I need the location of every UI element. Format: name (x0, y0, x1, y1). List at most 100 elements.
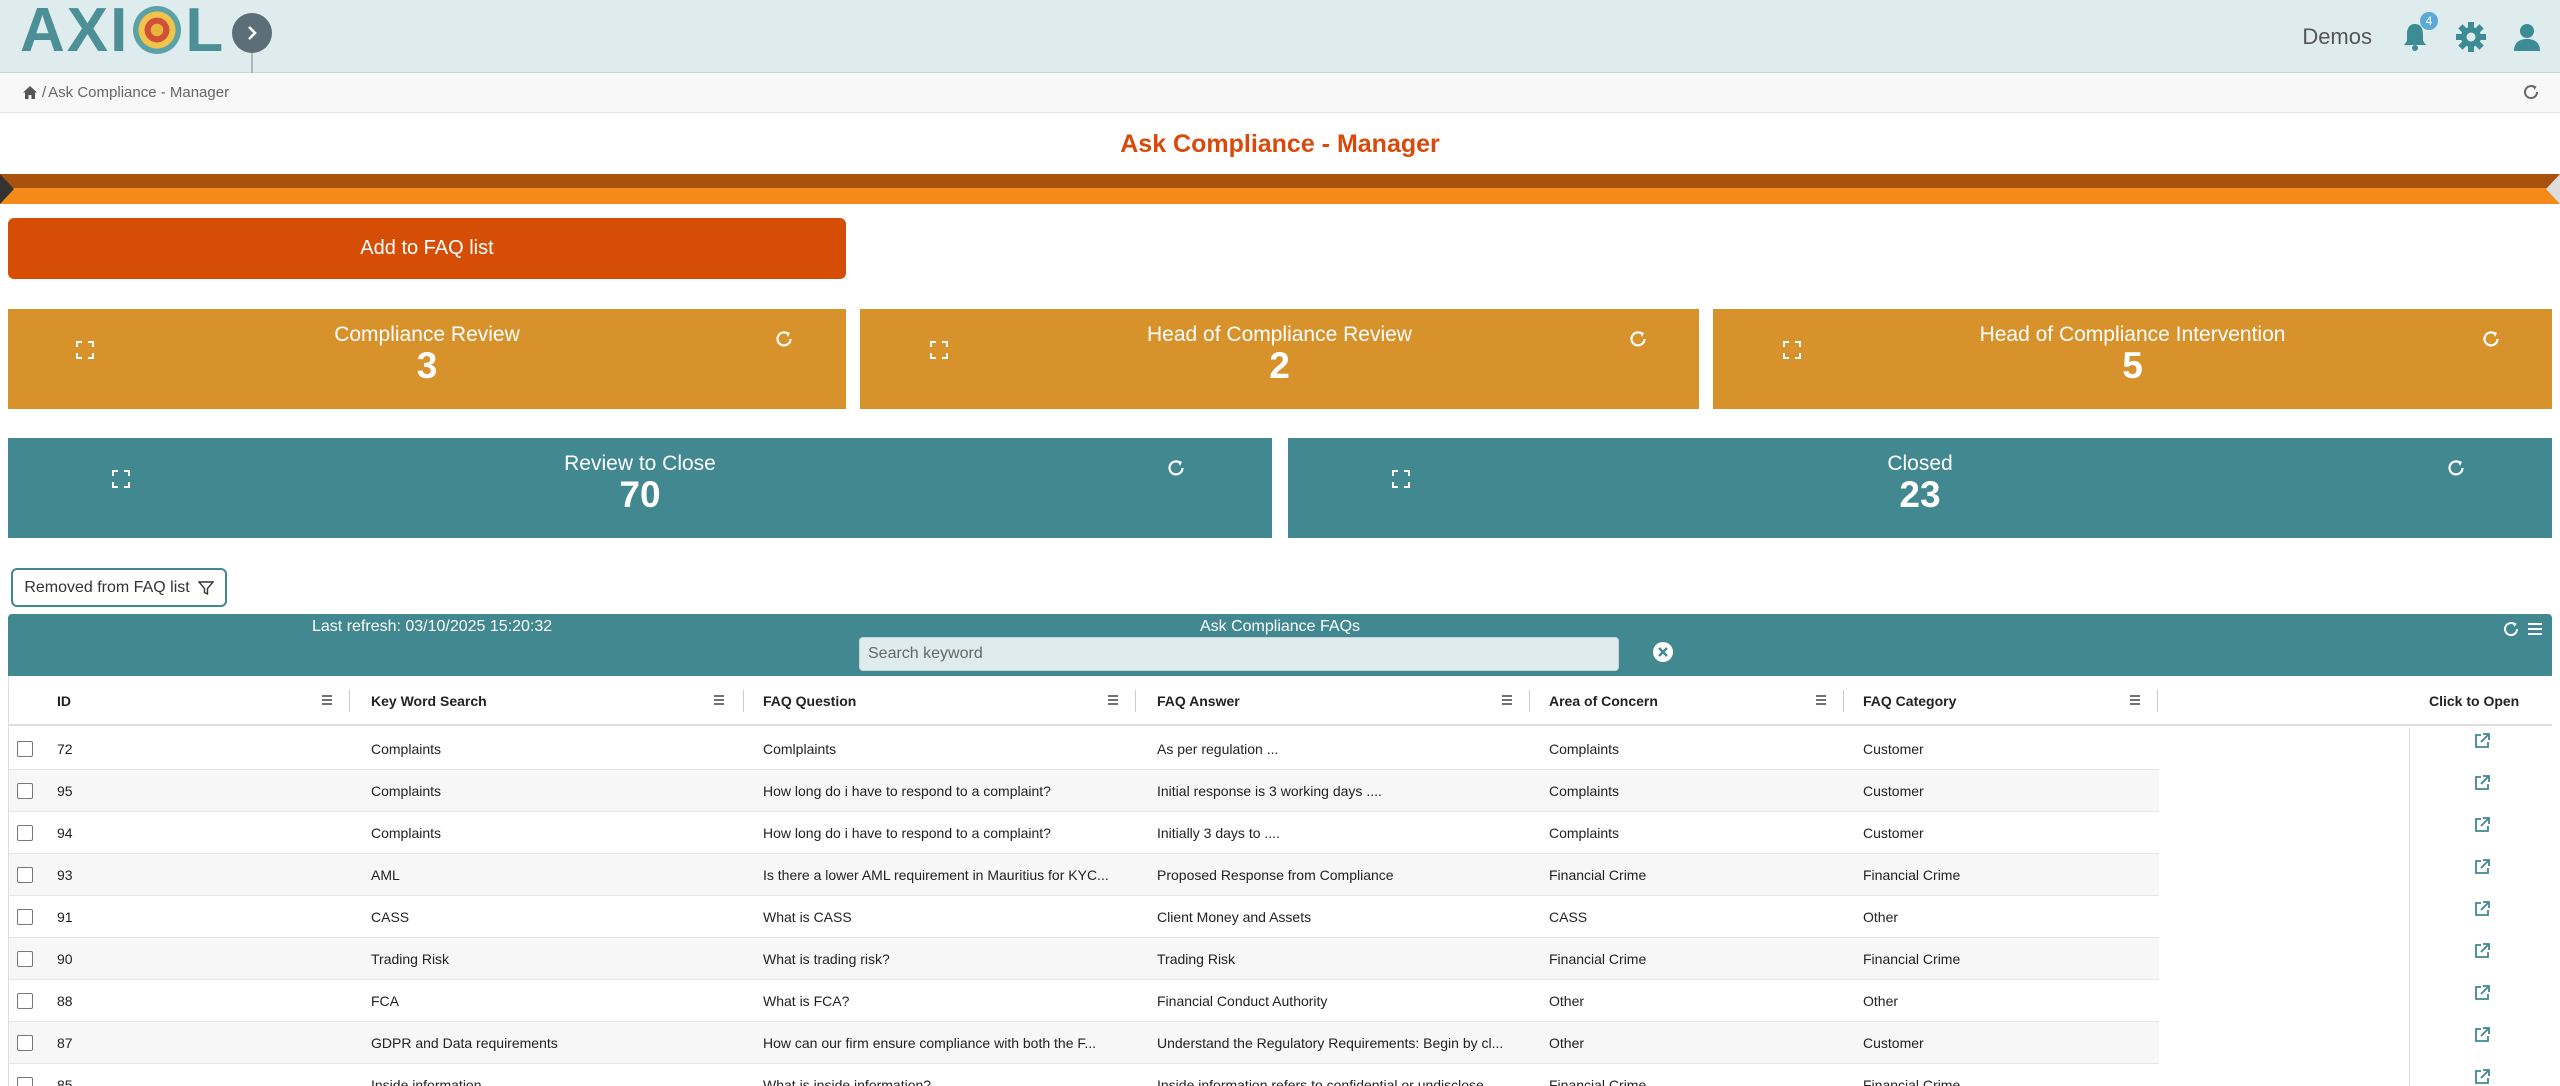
column-header-area[interactable]: Area of Concern (1549, 676, 1658, 726)
bell-icon[interactable]: 4 (2398, 11, 2438, 54)
cell-keyword: Complaints (371, 825, 442, 841)
row-checkbox[interactable] (17, 825, 33, 841)
row-checkbox[interactable] (17, 867, 33, 883)
open-external-icon[interactable] (2473, 900, 2491, 918)
cell-answer: Financial Conduct Authority (1157, 993, 1328, 1009)
cell-category: Financial Crime (1863, 1077, 1961, 1086)
open-external-icon[interactable] (2473, 1026, 2491, 1044)
home-icon[interactable] (22, 85, 38, 100)
refresh-icon[interactable] (774, 329, 794, 349)
row-checkbox[interactable] (17, 1035, 33, 1051)
table-row[interactable]: 94 Complaints How long do i have to respon… (9, 812, 2159, 854)
axiol-logo[interactable]: AXI L (20, 0, 225, 65)
open-external-icon[interactable] (2473, 984, 2491, 1002)
page-title: Ask Compliance - Manager (1120, 130, 1440, 158)
cell-area: Other (1549, 1035, 1585, 1051)
row-checkbox[interactable] (17, 1077, 33, 1086)
open-external-icon[interactable] (2473, 942, 2491, 960)
cell-question: What is inside information? (763, 1077, 932, 1086)
open-external-icon[interactable] (2473, 1068, 2491, 1086)
column-menu-icon[interactable] (1501, 694, 1513, 706)
clear-search-icon[interactable] (1652, 641, 1674, 663)
cell-area: Other (1549, 993, 1585, 1009)
cell-question: What is CASS (763, 909, 852, 925)
card-value: 70 (619, 474, 661, 515)
column-menu-icon[interactable] (321, 694, 333, 706)
cell-answer: Trading Risk (1157, 951, 1236, 967)
card-head-of-compliance-intervention[interactable]: Head of Compliance Intervention 5 (1713, 309, 2552, 409)
cell-area: Complaints (1549, 741, 1620, 757)
cell-keyword: CASS (371, 909, 410, 925)
cell-id: 91 (57, 909, 73, 925)
card-label: Review to Close (564, 452, 716, 475)
row-checkbox[interactable] (17, 783, 33, 799)
cell-category: Customer (1863, 741, 1924, 757)
row-checkbox[interactable] (17, 951, 33, 967)
menu-icon[interactable] (2526, 620, 2544, 638)
card-value: 3 (416, 345, 438, 386)
gear-icon[interactable] (2454, 20, 2488, 54)
cell-id: 93 (57, 867, 73, 883)
column-menu-icon[interactable] (2129, 694, 2141, 706)
cell-answer: Proposed Response from Compliance (1157, 867, 1394, 883)
cell-id: 94 (57, 825, 73, 841)
table-row[interactable]: 88 FCA What is FCA? Financial Conduct Autho… (9, 980, 2159, 1022)
add-to-faq-button[interactable]: Add to FAQ list (8, 218, 846, 279)
cell-keyword: FCA (371, 993, 399, 1009)
card-label: Head of Compliance Review (1147, 323, 1412, 346)
sidebar-toggle-button[interactable] (232, 13, 272, 53)
faq-table: ID Key Word Search FAQ Question FAQ Answ… (8, 676, 2552, 1086)
table-row[interactable]: 91 CASS What is CASS Client Money and Asset… (9, 896, 2159, 938)
open-external-icon[interactable] (2473, 858, 2491, 876)
cell-id: 95 (57, 783, 73, 799)
cell-category: Customer (1863, 783, 1924, 799)
row-checkbox[interactable] (17, 993, 33, 1009)
table-header: ID Key Word Search FAQ Question FAQ Answ… (9, 676, 2552, 726)
cell-keyword: AML (371, 867, 400, 883)
column-header-open: Click to Open (2429, 693, 2520, 709)
breadcrumb: / Ask Compliance - Manager (0, 73, 2560, 113)
refresh-icon[interactable] (2522, 83, 2540, 101)
card-compliance-review[interactable]: Compliance Review 3 (8, 309, 846, 409)
card-review-to-close[interactable]: Review to Close 70 (8, 438, 1272, 538)
column-menu-icon[interactable] (1107, 694, 1119, 706)
table-row[interactable]: 95 Complaints How long do i have to respon… (9, 770, 2159, 812)
column-menu-icon[interactable] (1815, 694, 1827, 706)
cell-id: 87 (57, 1035, 73, 1051)
refresh-icon[interactable] (2481, 329, 2501, 349)
row-checkbox[interactable] (17, 741, 33, 757)
column-header-keyword[interactable]: Key Word Search (371, 676, 487, 726)
cell-category: Other (1863, 909, 1899, 925)
logo-target-mark (133, 6, 182, 54)
table-row[interactable]: 85 Inside information What is inside infor… (9, 1064, 2159, 1086)
table-row[interactable]: 90 Trading Risk What is trading risk? Tradi… (9, 938, 2159, 980)
removed-from-faq-filter-button[interactable]: Removed from FAQ list (11, 568, 227, 607)
cell-question: How long do i have to respond to a compl… (763, 825, 1051, 841)
table-row[interactable]: 72 Complaints Comlplaints As per regulation… (9, 728, 2159, 770)
column-header-id[interactable]: ID (57, 676, 71, 726)
refresh-icon[interactable] (1628, 329, 1648, 349)
row-checkbox[interactable] (17, 909, 33, 925)
refresh-icon[interactable] (2446, 458, 2466, 478)
user-icon[interactable] (2510, 20, 2544, 54)
user-menu-label[interactable]: Demos (2302, 24, 2372, 50)
refresh-icon[interactable] (1166, 458, 1186, 478)
table-row[interactable]: 93 AML Is there a lower AML requirement in… (9, 854, 2159, 896)
grid-title: Ask Compliance FAQs (1199, 618, 1361, 635)
column-header-question[interactable]: FAQ Question (763, 676, 856, 726)
cell-id: 85 (57, 1077, 73, 1086)
table-row[interactable]: 87 GDPR and Data requirements How can our … (9, 1022, 2159, 1064)
card-closed[interactable]: Closed 23 (1288, 438, 2552, 538)
column-header-answer[interactable]: FAQ Answer (1157, 676, 1240, 726)
card-label: Compliance Review (334, 323, 520, 346)
card-head-of-compliance-review[interactable]: Head of Compliance Review 2 (860, 309, 1699, 409)
open-external-icon[interactable] (2473, 732, 2491, 750)
cell-category: Other (1863, 993, 1899, 1009)
refresh-icon[interactable] (2502, 620, 2520, 638)
column-menu-icon[interactable] (713, 694, 725, 706)
search-input[interactable]: Search keyword (859, 637, 1619, 671)
open-external-icon[interactable] (2473, 816, 2491, 834)
card-label: Head of Compliance Intervention (1979, 323, 2286, 346)
column-header-category[interactable]: FAQ Category (1863, 676, 1956, 726)
open-external-icon[interactable] (2473, 774, 2491, 792)
